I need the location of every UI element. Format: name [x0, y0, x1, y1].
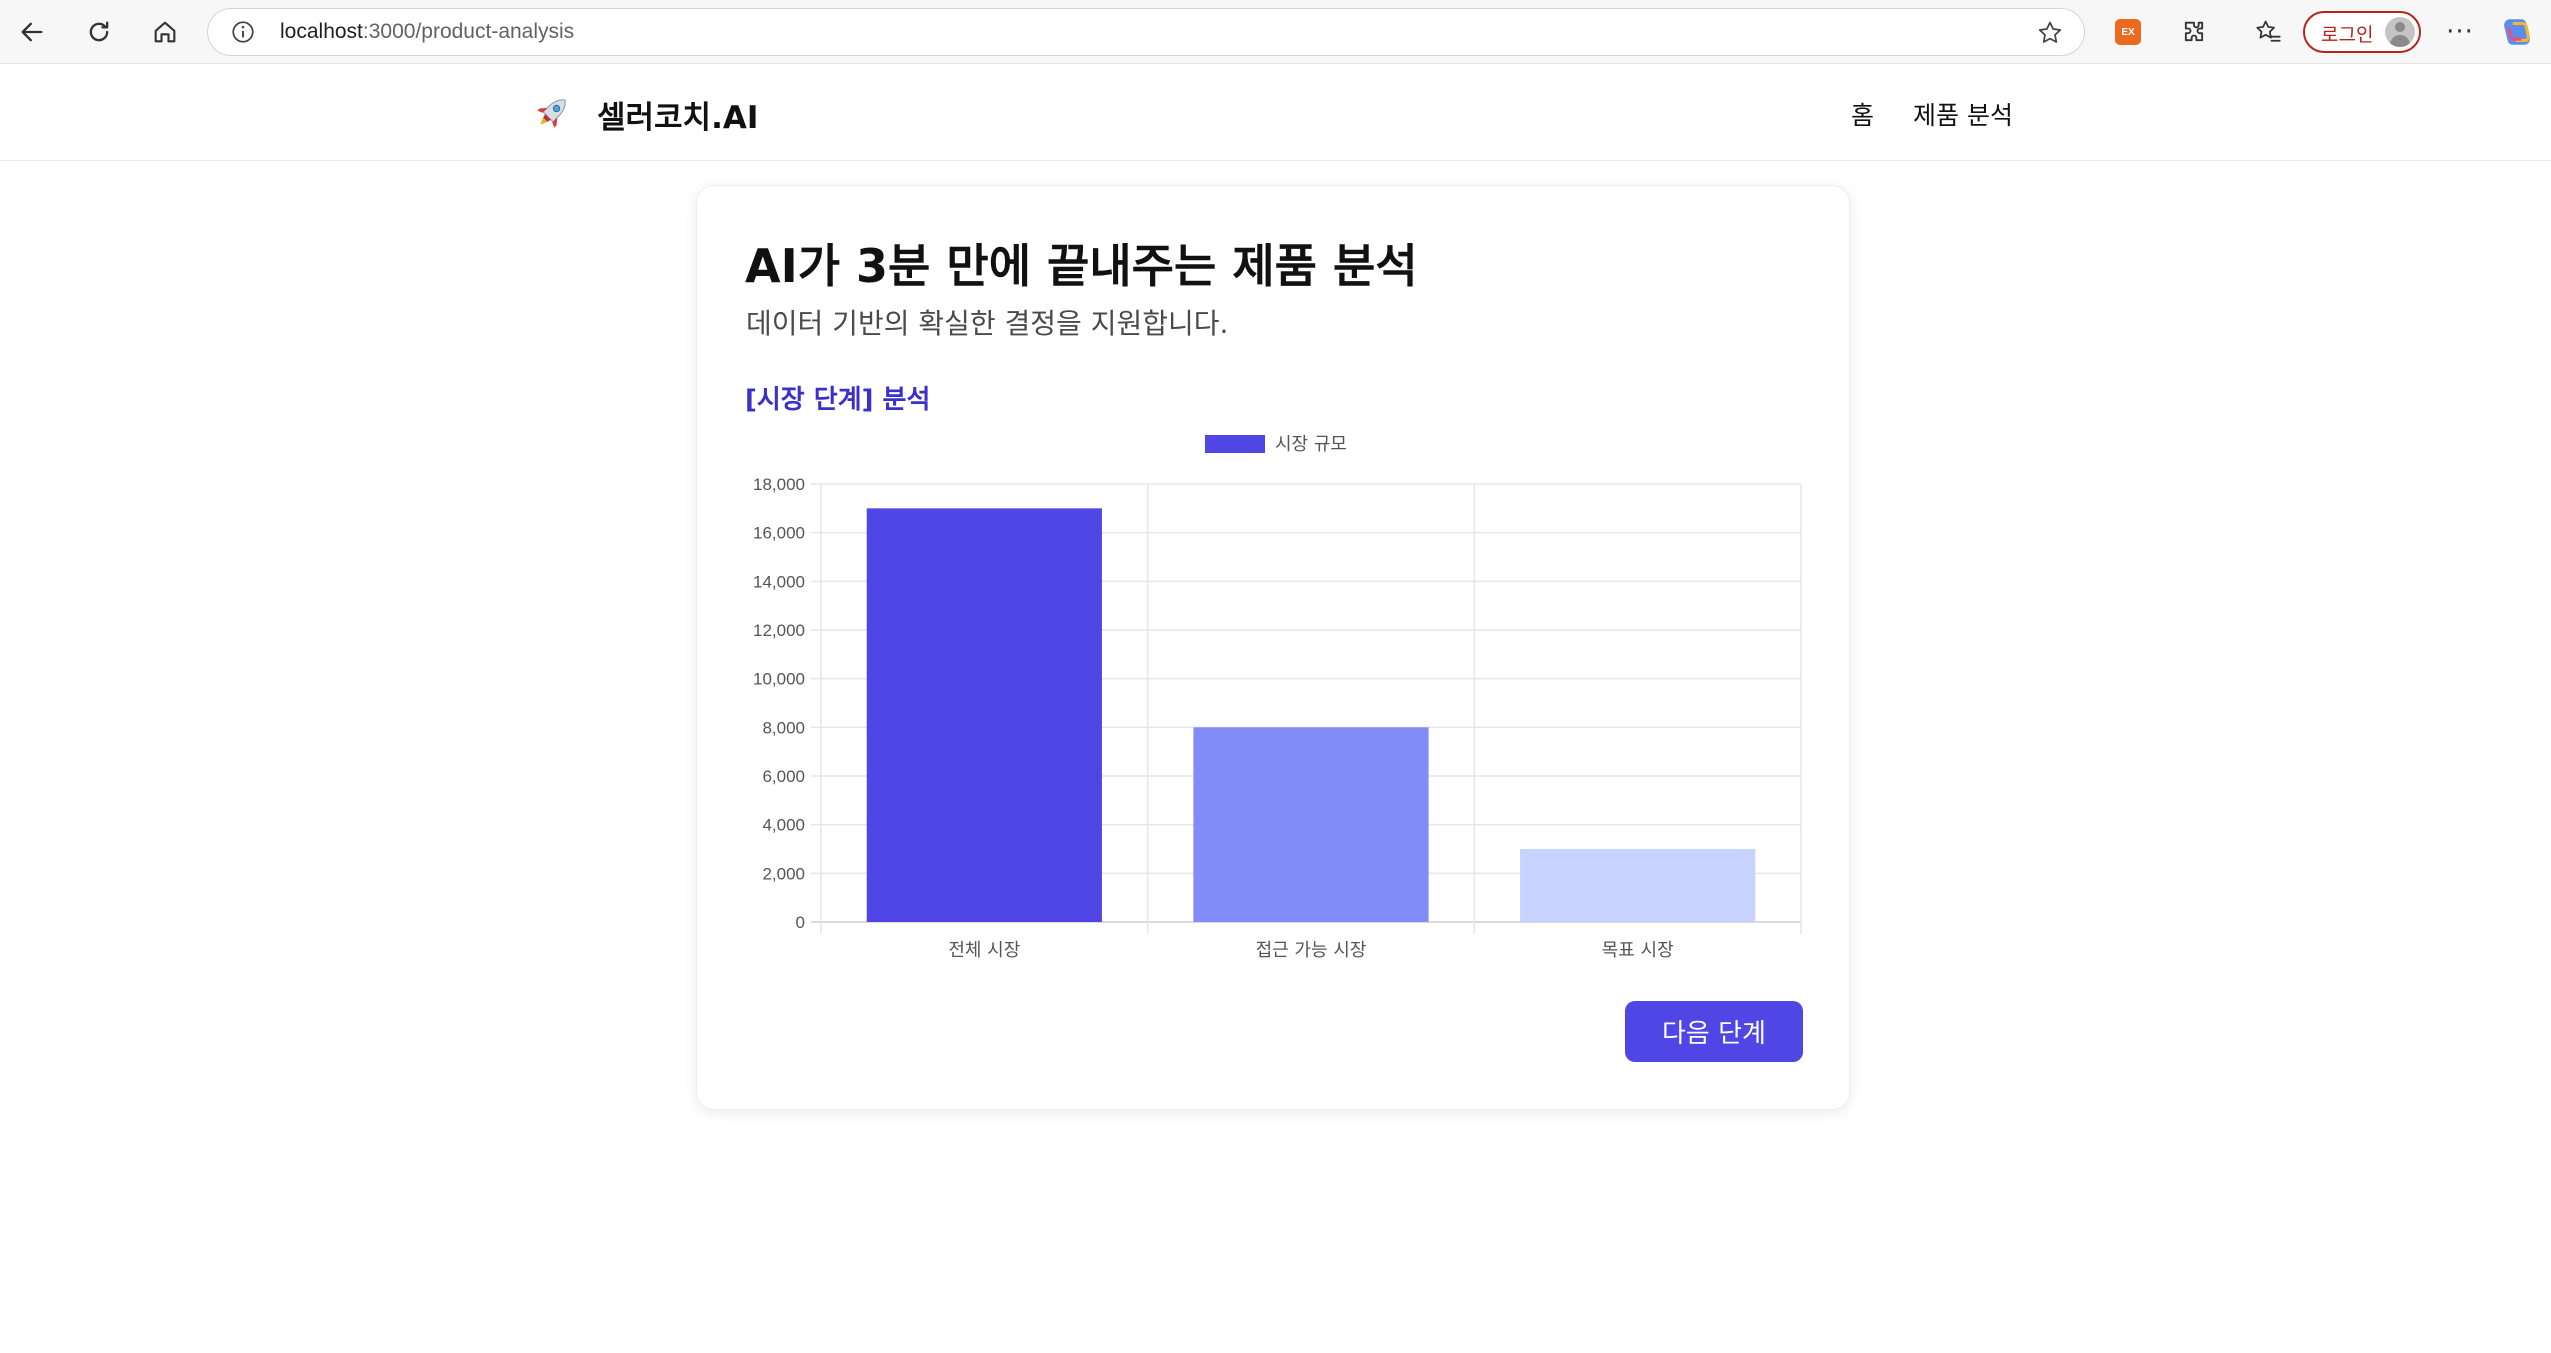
y-tick-label: 2,000	[762, 864, 805, 883]
legend-swatch	[1205, 435, 1265, 453]
chart-y-axis: 0 2,000 4,000 6,000 8,000 10,000 12,000 14,000 1…	[753, 475, 805, 932]
y-tick-label: 4,000	[762, 816, 805, 835]
y-tick-label: 12,000	[753, 621, 805, 640]
url-path: :3000/product-analysis	[362, 20, 575, 43]
nav-home-link[interactable]: 홈	[1851, 96, 1874, 132]
market-size-bar-chart: 0 2,000 4,000 6,000 8,000 10,000 12,000 14,000 1…	[753, 434, 1802, 961]
favorite-star-icon[interactable]	[2036, 19, 2064, 47]
site-header: 셀러코치.AI 홈 제품 분석	[0, 64, 2551, 161]
url-text[interactable]: localhost:3000/product-analysis	[280, 20, 574, 44]
analysis-card: AI가 3분 만에 끝내주는 제품 분석 데이터 기반의 확실한 결정을 지원합…	[696, 185, 1850, 1110]
back-icon[interactable]	[12, 12, 52, 52]
profile-button[interactable]: 로그인	[2303, 11, 2421, 53]
y-tick-label: 6,000	[762, 767, 805, 786]
reload-icon[interactable]	[79, 12, 119, 52]
y-tick-label: 10,000	[753, 670, 805, 689]
avatar	[2385, 17, 2415, 47]
site-info-icon[interactable]	[230, 19, 256, 45]
copilot-icon[interactable]	[2500, 15, 2534, 49]
extensions-puzzle-icon[interactable]	[2174, 12, 2214, 52]
x-tick-label: 접근 가능 시장	[1256, 940, 1367, 961]
x-tick-label: 전체 시장	[948, 940, 1020, 961]
browser-toolbar: localhost:3000/product-analysis EX 로그인 ·…	[0, 0, 2551, 64]
y-tick-label: 16,000	[753, 524, 805, 543]
y-tick-label: 14,000	[753, 572, 805, 591]
chart-x-axis: 전체 시장 접근 가능 시장 목표 시장	[948, 940, 1673, 961]
favorites-icon[interactable]	[2248, 12, 2288, 52]
url-host: localhost	[280, 20, 363, 43]
bar-1	[1193, 727, 1429, 922]
bar-2	[1520, 849, 1756, 922]
extension-icon[interactable]: EX	[2108, 12, 2148, 52]
nav-product-analysis-link[interactable]: 제품 분석	[1913, 96, 2013, 132]
bar-0	[866, 508, 1102, 922]
extension-badge: EX	[2115, 19, 2141, 45]
legend-label: 시장 규모	[1275, 434, 1347, 455]
y-tick-label: 8,000	[762, 718, 805, 737]
address-bar[interactable]: localhost:3000/product-analysis	[207, 8, 2085, 56]
more-options-icon[interactable]: ···	[2440, 12, 2480, 52]
y-tick-label: 0	[796, 913, 805, 932]
chart-legend: 시장 규모	[1205, 434, 1347, 455]
chart-bars	[866, 508, 1756, 922]
x-tick-label: 목표 시장	[1602, 940, 1674, 961]
next-step-button[interactable]: 다음 단계	[1625, 1001, 1803, 1062]
site-logo-text[interactable]: 셀러코치.AI	[597, 92, 758, 137]
rocket-icon	[537, 99, 566, 128]
profile-label: 로그인	[2321, 24, 2374, 46]
y-tick-label: 18,000	[753, 475, 805, 494]
home-icon[interactable]	[145, 12, 185, 52]
